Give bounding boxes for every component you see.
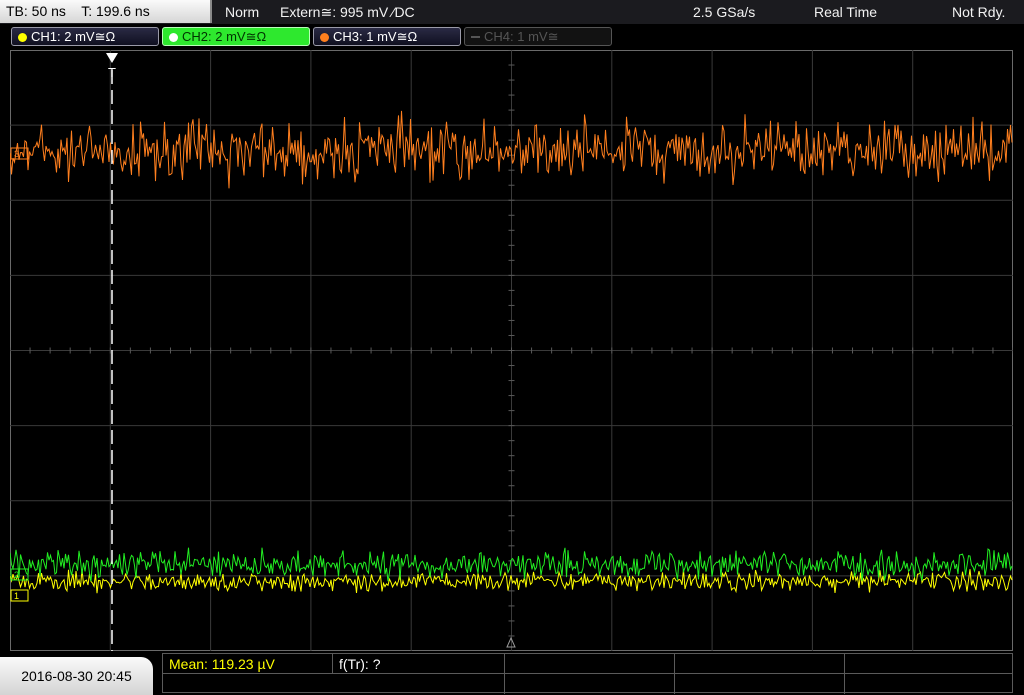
channel-4-dot-icon	[471, 36, 480, 38]
channel-2-ground-label: 2	[14, 570, 19, 580]
bottom-bar: 2016-08-30 20:45 Mean: 119.23 µV f(Tr): …	[0, 651, 1024, 695]
trigger-mode[interactable]: Norm	[225, 0, 259, 24]
channel-3-ground-label: 3	[14, 149, 19, 159]
trigger-position-arrow-icon[interactable]	[106, 53, 118, 63]
waveform-display[interactable]: T 3 2 1	[10, 50, 1013, 651]
measurement-slot-6[interactable]	[163, 674, 505, 694]
measurement-mean[interactable]: Mean: 119.23 µV	[163, 654, 333, 674]
channel-1-ground-marker[interactable]: 1	[10, 589, 29, 602]
channel-1-label: CH1: 2 mV≅Ω	[31, 29, 116, 44]
channel-2-button[interactable]: CH2: 2 mV≅Ω	[162, 27, 310, 46]
channel-4-button[interactable]: CH4: 1 mV≅	[464, 27, 612, 46]
measurement-slot-9[interactable]	[845, 674, 1012, 694]
channel-4-label: CH4: 1 mV≅	[484, 29, 559, 44]
graticule	[10, 50, 1013, 651]
acquisition-mode[interactable]: Real Time	[814, 0, 877, 24]
datetime-display: 2016-08-30 20:45	[0, 657, 153, 695]
trigger-status: Not Rdy.	[952, 4, 1006, 20]
channel-3-label: CH3: 1 mV≅Ω	[333, 29, 418, 44]
channel-3-button[interactable]: CH3: 1 mV≅Ω	[313, 27, 461, 46]
status-bar: TB: 50 ns T: 199.6 ns Norm Extern≅: 995 …	[0, 0, 1024, 24]
measurement-slot-5[interactable]	[845, 654, 1012, 674]
measurement-slot-8[interactable]	[675, 674, 845, 694]
channel-bar: CH1: 2 mV≅Ω CH2: 2 mV≅Ω CH3: 1 mV≅Ω CH4:…	[0, 24, 1024, 50]
channel-2-label: CH2: 2 mV≅Ω	[182, 29, 267, 44]
channel-3-dot-icon	[320, 33, 329, 42]
channel-1-ground-label: 1	[14, 591, 19, 601]
measurement-slot-3[interactable]	[505, 654, 675, 674]
channel-1-dot-icon	[18, 33, 27, 42]
timebase-readout[interactable]: TB: 50 ns T: 199.6 ns	[0, 0, 212, 23]
trigger-source[interactable]: Extern≅: 995 mV ⁄DC	[280, 0, 415, 24]
trigger-marker-label: T	[108, 65, 116, 80]
channel-1-button[interactable]: CH1: 2 mV≅Ω	[11, 27, 159, 46]
channel-2-dot-icon	[169, 33, 178, 42]
measurement-table: Mean: 119.23 µV f(Tr): ?	[162, 653, 1013, 694]
sample-rate: 2.5 GSa/s	[693, 4, 756, 20]
measurement-rise-frequency[interactable]: f(Tr): ?	[333, 654, 505, 674]
measurement-slot-7[interactable]	[505, 674, 675, 694]
measurement-slot-4[interactable]	[675, 654, 845, 674]
